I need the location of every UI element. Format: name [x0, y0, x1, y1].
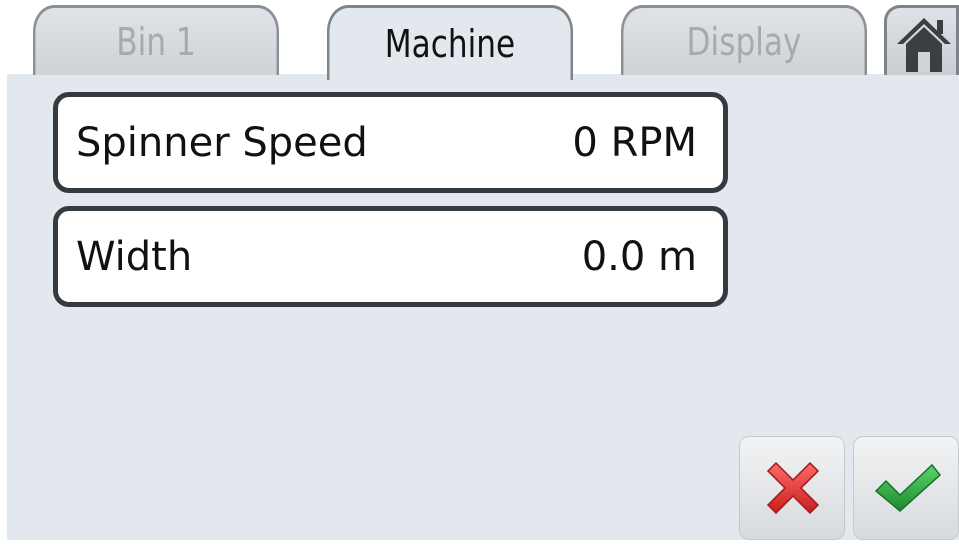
tab-label: Machine	[384, 22, 516, 66]
confirm-button[interactable]	[853, 436, 959, 540]
settings-screen: Bin 1 Machine Display Spinner Speed 0 RP…	[0, 0, 959, 544]
spinner-speed-field[interactable]: Spinner Speed 0 RPM	[53, 92, 728, 193]
width-field[interactable]: Width 0.0 m	[53, 206, 728, 307]
width-value: 0.0 m	[581, 233, 697, 280]
tab-display[interactable]: Display	[621, 5, 867, 75]
green-check-icon	[874, 463, 942, 512]
tab-label: Bin 1	[116, 19, 196, 64]
tab-bin-1[interactable]: Bin 1	[33, 5, 279, 75]
width-label: Width	[76, 233, 193, 280]
red-x-icon	[766, 461, 820, 515]
home-button[interactable]	[884, 5, 959, 75]
spinner-speed-label: Spinner Speed	[76, 119, 368, 166]
cancel-button[interactable]	[739, 436, 845, 540]
tab-label: Display	[686, 19, 802, 64]
home-icon	[897, 18, 951, 72]
spinner-speed-value: 0 RPM	[572, 119, 697, 166]
tab-machine[interactable]: Machine	[327, 5, 573, 80]
